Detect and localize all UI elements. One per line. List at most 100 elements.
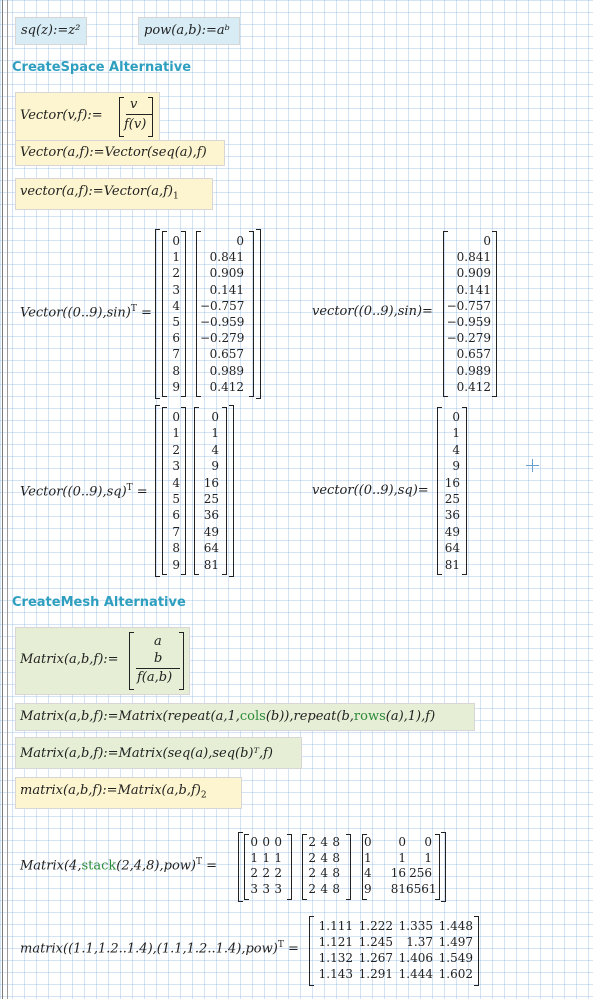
sq-definition-region[interactable]: sq(z):=z² xyxy=(15,17,87,45)
matrix-definition-region[interactable]: Matrix(a,b,f):= a b f(a,b) xyxy=(15,627,190,695)
matrix-cell: 4 xyxy=(172,298,180,313)
matrix-cell: 0.412 xyxy=(209,379,244,394)
matrix-cell: 4 xyxy=(452,442,460,457)
vector-sin-transpose-expr[interactable]: Vector((0..9),sin)T = xyxy=(20,304,152,320)
matrix-cell: 0.841 xyxy=(456,250,491,265)
matrix-cell: 1 xyxy=(274,850,282,865)
matrix-cell: 0 xyxy=(424,835,432,849)
page-margin-line xyxy=(7,0,8,999)
matrix-bracket-right xyxy=(181,407,186,575)
vector-sin-expr[interactable]: vector((0..9),sin)= xyxy=(312,304,433,319)
matrix-cell: 2 xyxy=(308,881,316,896)
matrix-bracket-right xyxy=(492,231,497,397)
matrix-cell: 0 xyxy=(250,835,258,849)
matrix-cell: 16 xyxy=(444,475,460,490)
matrix-cell: 81 xyxy=(444,557,460,572)
matrix-definition-lhs: Matrix(a,b,f):= xyxy=(20,652,119,667)
matrix-cell: 1 xyxy=(262,850,270,865)
matrix-cell: 1 xyxy=(172,250,180,265)
matrix-cell: 25 xyxy=(203,492,219,507)
matrix-cell: 9 xyxy=(172,379,180,394)
matrix-stack-expr[interactable]: Matrix(4,stack(2,4,8),pow)T = xyxy=(20,857,217,873)
matrix-cell: 2 xyxy=(250,866,258,880)
matrix-cell: 0 xyxy=(236,234,244,248)
matrix-cell: 8 xyxy=(172,541,180,556)
vector-seq-definition-region[interactable]: Vector(a,f):=Vector(seq(a),f) xyxy=(15,140,225,166)
matrix-cell: 0 xyxy=(452,410,460,424)
matrix-bracket-right xyxy=(287,834,292,900)
matrix-cell: 1.245 xyxy=(358,935,393,949)
matrix-cell: 3 xyxy=(262,881,270,896)
matrix-cell: 1.406 xyxy=(398,951,433,965)
matrix-cell: −0.757 xyxy=(446,298,491,313)
matrix-cell: 1.37 xyxy=(406,935,433,949)
matrix-cell: 1 xyxy=(250,850,258,865)
matrix-cell: 7 xyxy=(172,524,180,539)
section-heading-createspace[interactable]: CreateSpace Alternative xyxy=(12,60,191,75)
vector-sq-transpose-expr[interactable]: Vector((0..9),sq)T = xyxy=(20,483,148,499)
pow-definition-region[interactable]: pow(a,b):=aᵇ xyxy=(138,17,240,45)
matrix-cell: 64 xyxy=(203,541,219,556)
matrix-cell: 8 xyxy=(332,866,340,880)
matrix-cell: 1.602 xyxy=(438,967,473,981)
matrix-cell: 4 xyxy=(320,850,328,865)
row-separator xyxy=(136,668,180,669)
matrix-cell: 1 xyxy=(424,850,432,865)
matrix-lowercase-definition-region[interactable]: matrix(a,b,f):=Matrix(a,b,f)2 xyxy=(15,777,242,809)
matrix-cell: 2 xyxy=(172,442,180,457)
matrix-bracket-right xyxy=(474,916,479,986)
matrix-cell: 256 xyxy=(409,866,432,880)
vector-top-entry: v xyxy=(130,97,138,112)
matrix-bracket-right xyxy=(249,231,254,397)
vector-seq-definition: Vector(a,f):=Vector(seq(a),f) xyxy=(20,145,207,160)
matrix-block-b: 248248248248 xyxy=(304,835,348,897)
matrix-cell: 2 xyxy=(308,850,316,865)
matrix-range-expr[interactable]: matrix((1.1,1.2..1.4),(1.1,1.2..1.4),pow… xyxy=(20,940,299,956)
matrix-cell: 1.143 xyxy=(318,967,353,981)
vector-sq-expr[interactable]: vector((0..9),sq)= xyxy=(312,483,429,498)
matrix-cell: 5 xyxy=(172,315,180,330)
vector-definition-lhs: Vector(v,f):= xyxy=(20,108,103,123)
matrix-cell: 16 xyxy=(390,866,406,880)
matrix-cell: 49 xyxy=(203,524,219,539)
matrix-bracket-right xyxy=(435,834,440,900)
matrix-cell: 0 xyxy=(398,835,406,849)
matrix-cell: 0 xyxy=(172,410,180,424)
matrix-cell: 2 xyxy=(274,866,282,880)
matrix-cell: 16 xyxy=(203,475,219,490)
matrix-bracket-right xyxy=(148,97,153,137)
matrix-bracket-right xyxy=(181,231,186,397)
matrix-cell: 3 xyxy=(250,881,258,896)
matrix-cell: 2 xyxy=(308,866,316,880)
matrix-bracket-right xyxy=(179,632,184,690)
matrix-cell: 0.657 xyxy=(456,347,491,362)
matrix-cell: 4 xyxy=(320,881,328,896)
matrix-bracket-left xyxy=(155,405,160,577)
matrix-lowercase-definition: matrix(a,b,f):=Matrix(a,b,f)2 xyxy=(20,783,207,801)
section-heading-createmesh[interactable]: CreateMesh Alternative xyxy=(12,595,186,610)
matrix-cell: 1.444 xyxy=(398,967,433,981)
matrix-entry-b: b xyxy=(154,651,163,666)
matrix-cell: 0 xyxy=(211,410,219,424)
matrix-cell: 9 xyxy=(172,557,180,572)
pow-definition: pow(a,b):=aᵇ xyxy=(144,23,230,38)
matrix-repeat-definition-region[interactable]: Matrix(a,b,f):=Matrix(repeat(a,1,cols(b)… xyxy=(15,703,475,731)
vector-lowercase-definition-region[interactable]: vector(a,f):=Vector(a,f)1 xyxy=(15,178,213,210)
matrix-seq-definition-region[interactable]: Matrix(a,b,f):=Matrix(seq(a),seq(b)ᵀ,f) xyxy=(15,737,302,769)
vector-definition-region[interactable]: Vector(v,f):= v f(v) xyxy=(15,92,160,142)
matrix-bracket-right xyxy=(346,834,351,900)
matrix-cell: −0.757 xyxy=(200,298,245,313)
matrix-cell: 1 xyxy=(211,426,219,441)
matrix-cell: 1.549 xyxy=(438,951,473,965)
matrix-cell: 1.497 xyxy=(438,935,473,949)
matrix-cell: 1 xyxy=(452,426,460,441)
matrix-cell: 6561 xyxy=(406,881,437,896)
matrix-cell: 0 xyxy=(274,835,282,849)
matrix-cell: 4 xyxy=(320,866,328,880)
matrix-cell: 5 xyxy=(172,492,180,507)
vector-lowercase-definition: vector(a,f):=Vector(a,f)1 xyxy=(20,184,179,202)
matrix-cell: 6 xyxy=(172,331,180,346)
matrix-cell: 1.291 xyxy=(358,967,393,981)
matrix-bracket-left xyxy=(238,832,243,902)
matrix-cell: 7 xyxy=(172,347,180,362)
